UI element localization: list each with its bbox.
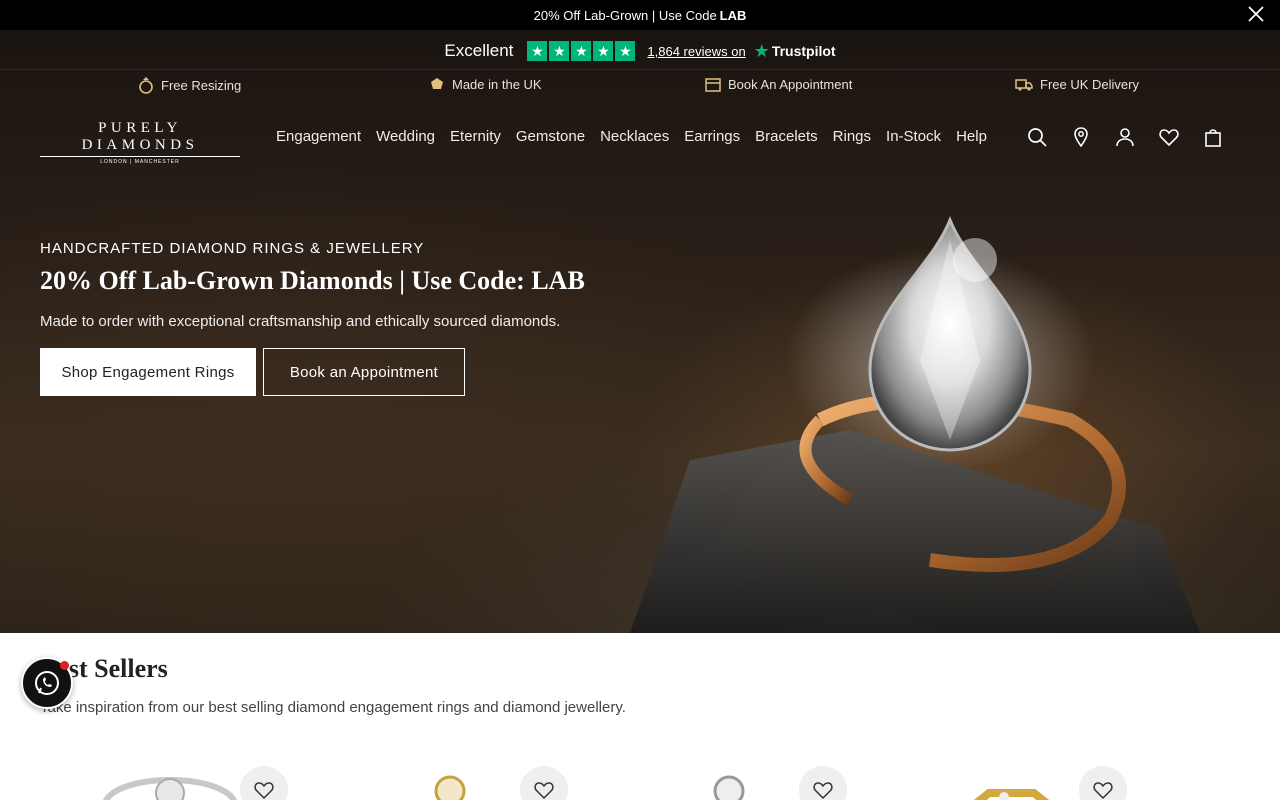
usp-label: Free UK Delivery bbox=[1040, 76, 1139, 92]
notification-dot bbox=[60, 661, 69, 670]
trustpilot-reviews-link[interactable]: 1,864 reviews on bbox=[647, 44, 745, 59]
nav-necklaces[interactable]: Necklaces bbox=[600, 128, 669, 145]
usp-bar: Free Resizing Made in the UK Book An App… bbox=[0, 69, 1280, 99]
site-logo[interactable]: PURELY DIAMONDS LONDON | MANCHESTER bbox=[40, 120, 240, 165]
hero-eyebrow: HANDCRAFTED DIAMOND RINGS & JEWELLERY bbox=[40, 240, 425, 257]
product-image bbox=[103, 777, 237, 800]
star-icon: ★ bbox=[571, 41, 592, 61]
logo-subtext: LONDON | MANCHESTER bbox=[100, 159, 180, 165]
hero-ring-image bbox=[630, 215, 1200, 633]
product-image bbox=[434, 775, 466, 800]
trustpilot-widget[interactable]: Excellent ★ ★ ★ ★ ★ 1,864 reviews on ★ T… bbox=[0, 40, 1280, 62]
logo-text: PURELY DIAMONDS bbox=[40, 120, 240, 157]
usp-free-uk-delivery[interactable]: Free UK Delivery bbox=[1015, 76, 1139, 92]
heart-icon bbox=[1093, 782, 1113, 800]
nav-rings[interactable]: Rings bbox=[833, 128, 871, 145]
nav-bracelets[interactable]: Bracelets bbox=[755, 128, 818, 145]
hero-title: 20% Off Lab-Grown Diamonds | Use Code: L… bbox=[40, 266, 585, 295]
star-icon: ★ bbox=[615, 41, 636, 61]
star-icon: ★ bbox=[593, 41, 614, 61]
product-image bbox=[713, 775, 745, 800]
hero-subtitle: Made to order with exceptional craftsman… bbox=[40, 313, 561, 330]
nav-wedding[interactable]: Wedding bbox=[376, 128, 435, 145]
nav-earrings[interactable]: Earrings bbox=[684, 128, 740, 145]
wishlist-button[interactable] bbox=[240, 766, 288, 800]
nav-help[interactable]: Help bbox=[956, 128, 987, 145]
announcement-code: LAB bbox=[719, 7, 747, 23]
wishlist-button[interactable] bbox=[1079, 766, 1127, 800]
announcement-bar: 20% Off Lab-Grown | Use Code LAB bbox=[0, 0, 1280, 30]
usp-free-resizing[interactable]: Free Resizing bbox=[138, 76, 241, 94]
hero-section: Excellent ★ ★ ★ ★ ★ 1,864 reviews on ★ T… bbox=[0, 30, 1280, 633]
account-icon[interactable] bbox=[1115, 127, 1135, 147]
nav-in-stock[interactable]: In-Stock bbox=[886, 128, 941, 145]
search-icon[interactable] bbox=[1027, 127, 1047, 147]
heart-icon bbox=[534, 782, 554, 800]
product-card[interactable] bbox=[40, 755, 300, 800]
heart-icon bbox=[813, 782, 833, 800]
nav-eternity[interactable]: Eternity bbox=[450, 128, 501, 145]
shop-engagement-rings-button[interactable]: Shop Engagement Rings bbox=[40, 348, 256, 396]
location-icon[interactable] bbox=[1071, 127, 1091, 147]
usp-made-in-uk[interactable]: Made in the UK bbox=[429, 76, 542, 92]
heart-icon bbox=[254, 782, 274, 800]
trustpilot-logo-icon: ★ bbox=[753, 40, 770, 61]
star-icon: ★ bbox=[527, 41, 548, 61]
trustpilot-brand: Trustpilot bbox=[771, 43, 836, 59]
whatsapp-icon bbox=[35, 671, 59, 695]
bag-icon[interactable] bbox=[1203, 127, 1223, 147]
whatsapp-chat-button[interactable] bbox=[21, 657, 73, 709]
nav-gemstone[interactable]: Gemstone bbox=[516, 128, 585, 145]
usp-label: Made in the UK bbox=[452, 76, 542, 92]
wishlist-button[interactable] bbox=[799, 766, 847, 800]
calendar-icon bbox=[705, 78, 721, 92]
close-icon[interactable] bbox=[1246, 4, 1266, 24]
ring-icon bbox=[139, 77, 153, 94]
product-image bbox=[973, 789, 1050, 800]
best-sellers-subtitle: Take inspiration from our best selling d… bbox=[40, 699, 626, 716]
wishlist-button[interactable] bbox=[520, 766, 568, 800]
main-nav: Engagement Wedding Eternity Gemstone Nec… bbox=[276, 128, 987, 145]
uk-icon bbox=[431, 78, 443, 89]
star-icon: ★ bbox=[549, 41, 570, 61]
trustpilot-stars: ★ ★ ★ ★ ★ bbox=[527, 41, 636, 61]
usp-label: Free Resizing bbox=[161, 77, 242, 93]
nav-engagement[interactable]: Engagement bbox=[276, 128, 361, 145]
usp-label: Book An Appointment bbox=[728, 76, 853, 92]
product-card[interactable] bbox=[320, 755, 580, 800]
usp-book-appointment[interactable]: Book An Appointment bbox=[705, 76, 852, 92]
header-icons bbox=[1027, 127, 1223, 147]
delivery-icon bbox=[1015, 79, 1033, 91]
product-card[interactable] bbox=[879, 755, 1139, 800]
announcement-text: 20% Off Lab-Grown | Use Code bbox=[533, 7, 717, 23]
trustpilot-rating-word: Excellent bbox=[444, 41, 514, 60]
wishlist-icon[interactable] bbox=[1159, 127, 1179, 147]
product-card[interactable] bbox=[599, 755, 859, 800]
book-appointment-button[interactable]: Book an Appointment bbox=[263, 348, 465, 396]
